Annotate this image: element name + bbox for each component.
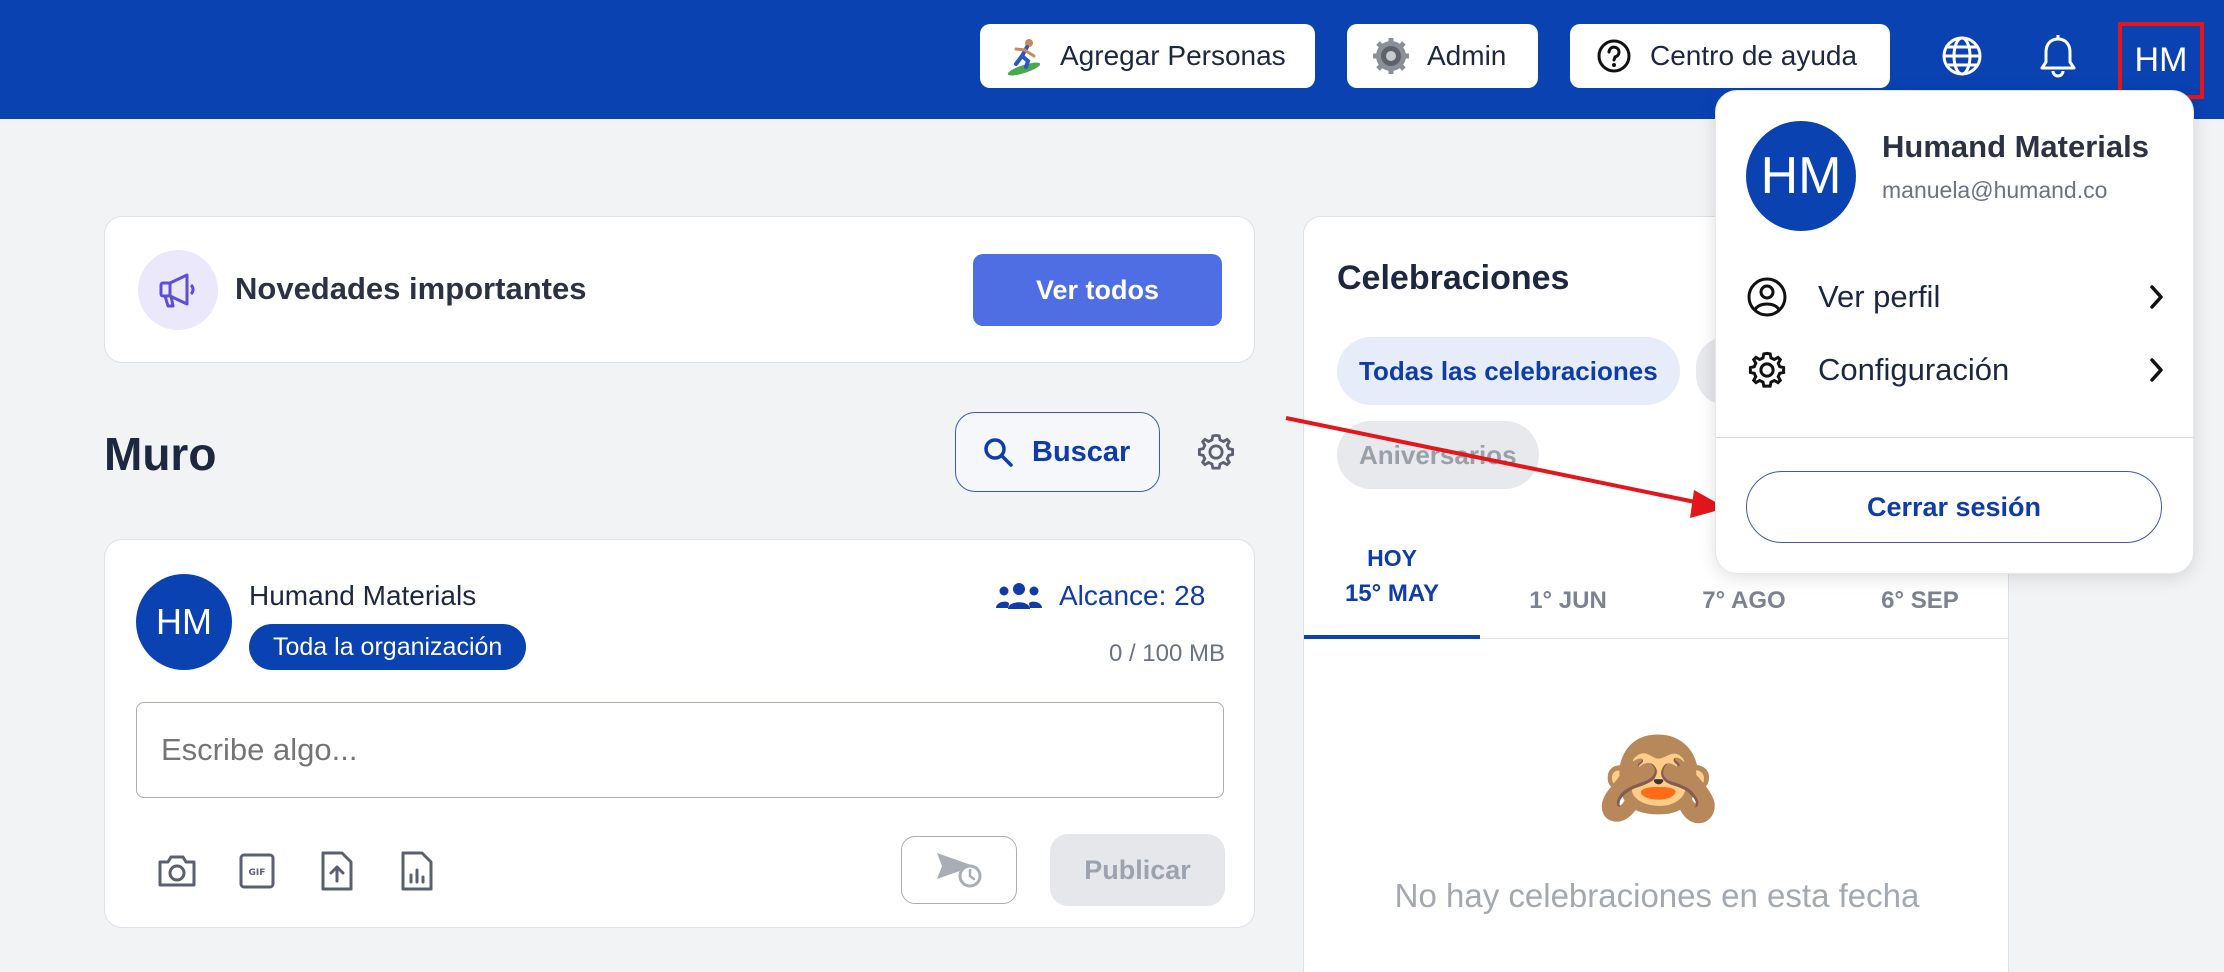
megaphone-icon — [138, 250, 218, 330]
publish-button[interactable]: Publicar — [1050, 834, 1225, 906]
date-label: 15° MAY — [1344, 580, 1440, 607]
date-tab[interactable]: 7° AGO — [1656, 587, 1832, 615]
date-tab[interactable]: 1° JUN — [1480, 587, 1656, 615]
svg-text:GIF: GIF — [249, 868, 266, 878]
users-group-icon — [995, 582, 1043, 610]
reach-label: Alcance: 28 — [1059, 580, 1206, 611]
see-no-evil-monkey-icon: 🙈 — [1596, 721, 1721, 833]
chevron-right-icon — [2146, 354, 2166, 386]
add-people-label: Agregar Personas — [1060, 40, 1286, 71]
gear-icon — [1746, 349, 1788, 391]
news-title: Novedades importantes — [235, 271, 587, 306]
camera-icon[interactable] — [153, 847, 201, 895]
globe-icon[interactable] — [1938, 32, 1986, 80]
logout-button[interactable]: Cerrar sesión — [1746, 471, 2162, 543]
add-people-button[interactable]: Agregar Personas — [980, 24, 1315, 88]
empty-state-text: No hay celebraciones en esta fecha — [1394, 877, 1920, 914]
chip-all-celebrations[interactable]: Todas las celebraciones — [1337, 337, 1680, 405]
date-label: 7° AGO — [1702, 587, 1786, 614]
search-button[interactable]: Buscar — [955, 412, 1160, 492]
question-circle-icon — [1594, 36, 1634, 76]
menu-item-view-profile[interactable]: Ver perfil — [1746, 272, 2166, 322]
admin-button[interactable]: Admin — [1347, 24, 1538, 88]
document-chart-icon[interactable] — [393, 847, 441, 895]
menu-divider — [1716, 437, 2195, 438]
help-center-button[interactable]: Centro de ayuda — [1570, 24, 1890, 88]
user-email: manuela@humand.co — [1882, 177, 2108, 203]
upload-icon[interactable] — [313, 847, 361, 895]
surfer-icon — [1004, 36, 1044, 76]
user-circle-icon — [1746, 276, 1788, 318]
reach-indicator[interactable]: Alcance: 28 — [995, 580, 1205, 612]
today-label: HOY — [1367, 545, 1417, 571]
storage-usage: 0 / 100 MB — [1108, 640, 1225, 667]
chevron-right-icon — [2146, 281, 2166, 313]
help-center-label: Centro de ayuda — [1650, 40, 1858, 71]
date-tab[interactable]: 6° SEP — [1832, 587, 2008, 615]
post-text-input[interactable] — [136, 702, 1224, 798]
date-tab-today[interactable]: HOY 15° MAY — [1304, 545, 1480, 608]
search-icon — [982, 436, 1014, 468]
gear-icon — [1371, 36, 1411, 76]
avatar: HM — [136, 574, 232, 670]
user-name: Humand Materials — [1882, 129, 2150, 164]
search-label: Buscar — [1032, 435, 1131, 468]
audience-selector[interactable]: Toda la organización — [249, 624, 527, 670]
celebrations-title: Celebraciones — [1337, 259, 1570, 297]
user-menu-button[interactable]: HM — [2118, 22, 2204, 99]
date-label: 6° SEP — [1881, 587, 1959, 614]
avatar: HM — [1746, 121, 1856, 231]
admin-label: Admin — [1427, 40, 1507, 71]
gif-icon[interactable]: GIF — [233, 847, 281, 895]
author-name: Humand Materials — [249, 580, 477, 611]
chip-anniversaries[interactable]: Aniversarios — [1337, 421, 1539, 489]
active-tab-indicator — [1304, 635, 1480, 639]
see-all-button[interactable]: Ver todos — [973, 254, 1222, 326]
date-label: 1° JUN — [1529, 587, 1607, 614]
menu-item-label: Ver perfil — [1818, 279, 1941, 314]
menu-item-label: Configuración — [1818, 352, 2010, 387]
bell-icon[interactable] — [2034, 32, 2082, 80]
wall-title: Muro — [104, 428, 217, 480]
user-menu-dropdown: HM Humand Materials manuela@humand.co Ve… — [1715, 90, 2195, 574]
post-composer-card: HM Humand Materials Toda la organización… — [104, 539, 1255, 928]
important-news-card: Novedades importantes Ver todos — [104, 216, 1255, 363]
wall-settings-gear-icon[interactable] — [1192, 428, 1240, 476]
schedule-send-button[interactable] — [901, 836, 1017, 904]
menu-item-settings[interactable]: Configuración — [1746, 345, 2166, 395]
schedule-send-icon — [934, 848, 984, 893]
